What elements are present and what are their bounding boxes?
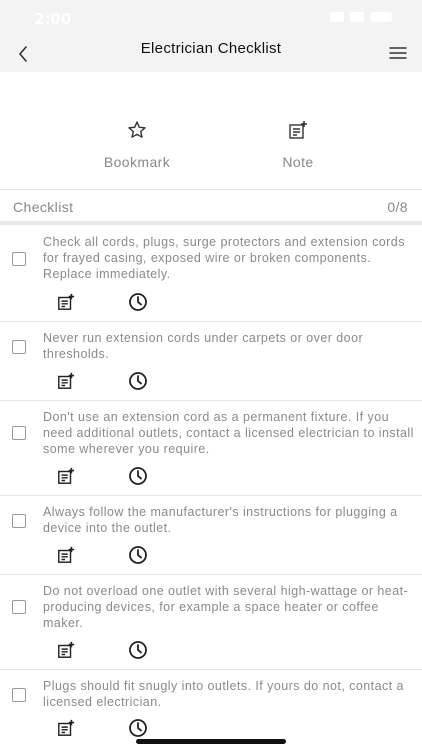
note-add-icon[interactable] <box>56 292 76 312</box>
checklist-item: Check all cords, plugs, surge protectors… <box>0 226 422 322</box>
status-bar: 2:00 <box>0 0 422 38</box>
note-add-icon[interactable] <box>56 466 76 486</box>
checklist-title: Checklist <box>13 199 74 215</box>
clock-icon[interactable] <box>128 640 148 660</box>
home-indicator <box>136 739 286 744</box>
page-title: Electrician Checklist <box>140 40 282 57</box>
note-add-icon[interactable] <box>56 371 76 391</box>
item-text: Plugs should fit snugly into outlets. If… <box>43 679 404 709</box>
action-row: Bookmark Note <box>0 72 422 189</box>
note-add-icon[interactable] <box>56 545 76 565</box>
checkbox[interactable] <box>12 340 26 354</box>
note-button[interactable]: Note <box>238 120 358 170</box>
checklist-header: Checklist 0/8 <box>0 189 422 225</box>
nav-bar: Electrician Checklist <box>0 38 422 72</box>
note-add-icon[interactable] <box>56 718 76 738</box>
bookmark-label: Bookmark <box>103 154 171 170</box>
signal-icon <box>330 12 344 22</box>
item-text: Do not overload one outlet with several … <box>43 584 409 630</box>
clock-icon[interactable] <box>128 292 148 312</box>
note-label: Note <box>282 154 314 170</box>
checklist-item: Never run extension cords under carpets … <box>0 322 422 401</box>
hamburger-menu-icon[interactable] <box>386 41 410 65</box>
wifi-icon <box>350 12 364 22</box>
checklist-item: Always follow the manufacturer's instruc… <box>0 496 422 575</box>
note-add-icon[interactable] <box>56 640 76 660</box>
item-text: Check all cords, plugs, surge protectors… <box>43 235 405 281</box>
checkbox[interactable] <box>12 426 26 440</box>
checklist-item: Do not overload one outlet with several … <box>0 575 422 670</box>
item-text: Don't use an extension cord as a permane… <box>43 410 414 456</box>
item-text: Always follow the manufacturer's instruc… <box>43 505 398 535</box>
clock-icon[interactable] <box>128 466 148 486</box>
checklist-items: Check all cords, plugs, surge protectors… <box>0 226 422 750</box>
item-text: Never run extension cords under carpets … <box>43 331 364 361</box>
checklist-item: Don't use an extension cord as a permane… <box>0 401 422 496</box>
battery-icon <box>370 12 392 22</box>
clock-icon[interactable] <box>128 371 148 391</box>
checkbox[interactable] <box>12 514 26 528</box>
checkbox[interactable] <box>12 600 26 614</box>
checkbox[interactable] <box>12 688 26 702</box>
bookmark-button[interactable]: Bookmark <box>77 120 197 170</box>
star-icon <box>128 121 146 138</box>
checklist-progress: 0/8 <box>387 199 408 215</box>
note-add-icon <box>289 121 307 139</box>
checkbox[interactable] <box>12 252 26 266</box>
clock-icon[interactable] <box>128 545 148 565</box>
clock-icon[interactable] <box>128 718 148 738</box>
status-time: 2:00 <box>34 10 72 28</box>
checklist-item: Plugs should fit snugly into outlets. If… <box>0 670 422 750</box>
status-icons <box>330 12 392 22</box>
